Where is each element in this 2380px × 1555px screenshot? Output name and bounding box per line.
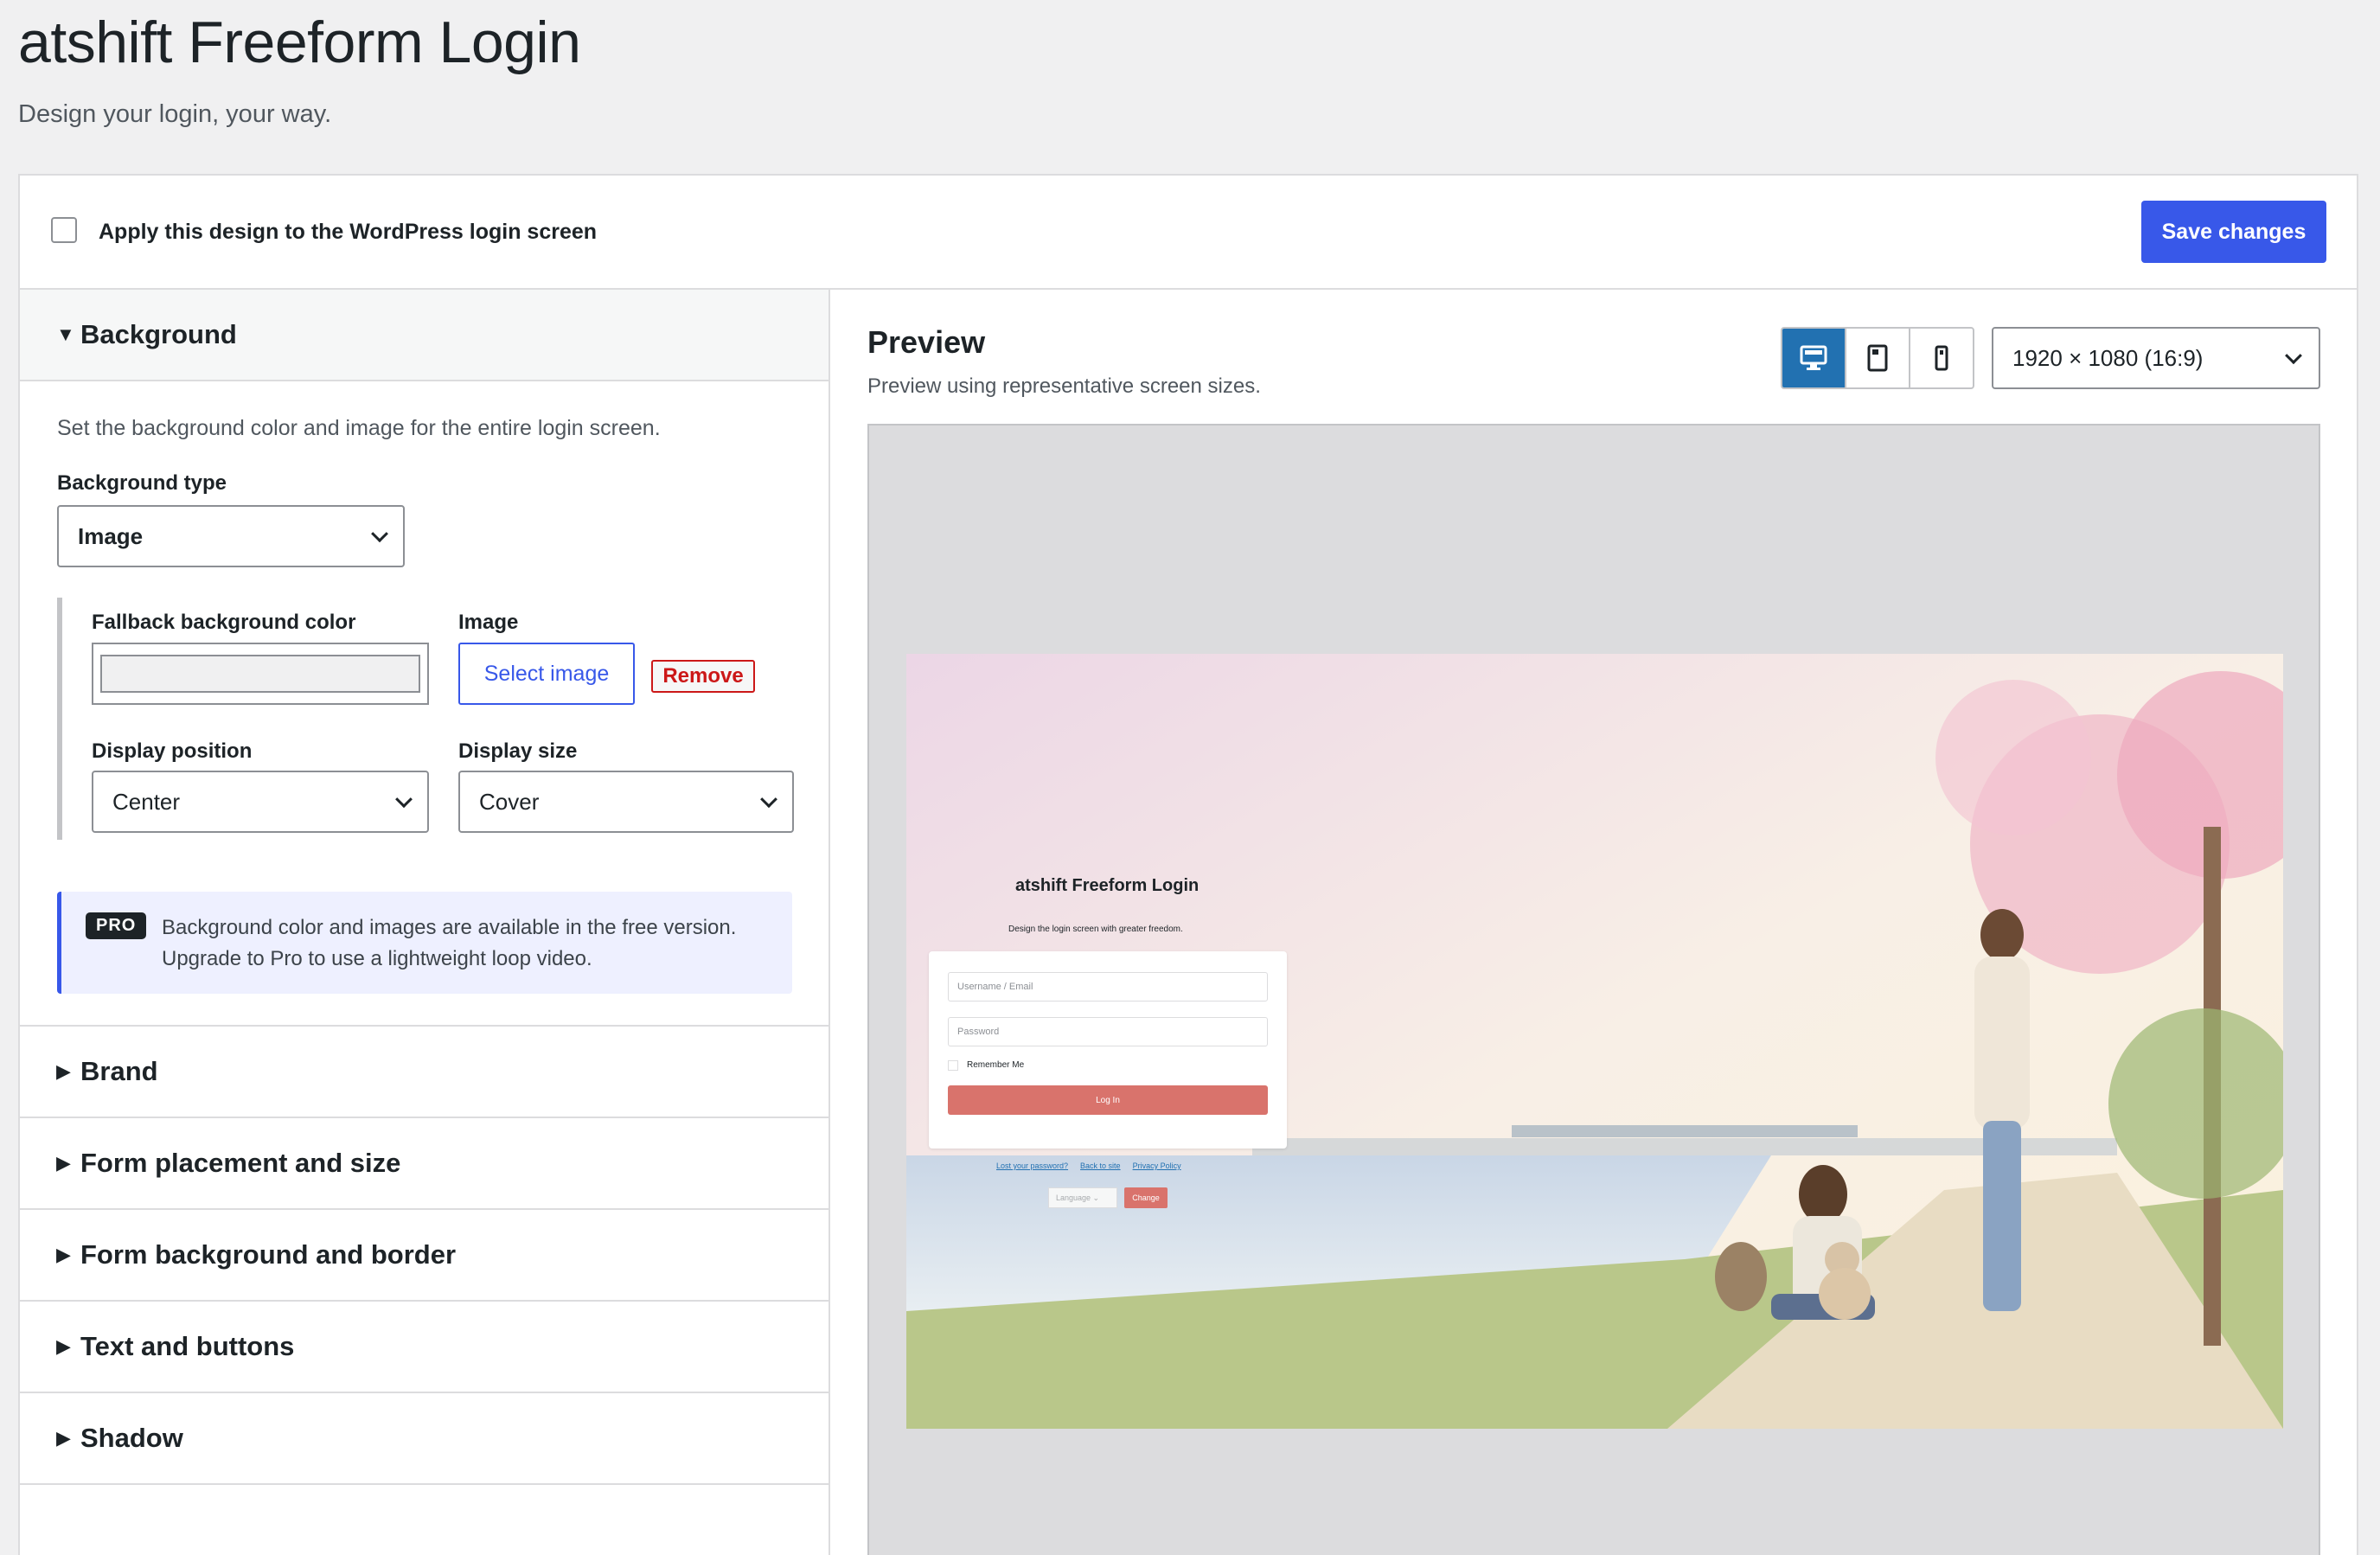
save-changes-button[interactable]: Save changes	[2141, 201, 2326, 263]
section-form-placement-header[interactable]: ▶ Form placement and size	[20, 1118, 829, 1210]
caret-right-icon: ▶	[56, 1427, 71, 1449]
device-desktop-button[interactable]	[1782, 329, 1846, 387]
select-image-button[interactable]: Select image	[458, 643, 635, 705]
pro-notice-line: Background color and images are availabl…	[162, 916, 737, 939]
device-tablet-button[interactable]	[1846, 329, 1910, 387]
settings-panel: Apply this design to the WordPress login…	[18, 174, 2358, 1555]
section-title: Form background and border	[80, 1239, 457, 1270]
remember-checkbox-preview	[948, 1060, 958, 1071]
display-position-label: Display position	[92, 739, 253, 763]
background-type-label: Background type	[57, 471, 227, 495]
chevron-down-icon	[2285, 347, 2302, 365]
language-change-button-preview: Change	[1124, 1187, 1168, 1208]
remember-label-preview: Remember Me	[967, 1060, 1025, 1070]
pro-notice: PRO Background color and images are avai…	[57, 892, 792, 994]
device-mobile-button[interactable]	[1910, 329, 1973, 387]
top-bar: Apply this design to the WordPress login…	[20, 176, 2357, 290]
preview-title: Preview	[867, 324, 986, 360]
color-swatch[interactable]	[100, 655, 420, 693]
section-title: Shadow	[80, 1423, 183, 1453]
pro-notice-line: Upgrade to Pro to use a lightweight loop…	[162, 947, 592, 970]
section-shadow-header[interactable]: ▶ Shadow	[20, 1393, 829, 1485]
screen-size-value: 1920 × 1080 (16:9)	[2012, 344, 2204, 371]
username-input-preview: Username / Email	[948, 972, 1268, 1001]
caret-right-icon: ▶	[56, 1060, 71, 1082]
section-title: Background	[80, 319, 237, 349]
caret-right-icon: ▶	[56, 1244, 71, 1265]
chevron-down-icon	[760, 790, 777, 809]
background-type-value: Image	[78, 522, 144, 549]
section-title: Text and buttons	[80, 1331, 295, 1361]
section-title: Brand	[80, 1056, 158, 1086]
lost-password-link-preview: Lost your password?	[996, 1161, 1069, 1170]
page-subtitle: Design your login, your way.	[18, 100, 332, 128]
display-size-value: Cover	[479, 788, 540, 815]
language-select-preview: Language ⌄	[1048, 1187, 1117, 1208]
section-background-header[interactable]: ▼ Background	[20, 290, 829, 381]
section-background-body: Set the background color and image for t…	[20, 381, 829, 1027]
caret-right-icon: ▶	[56, 1335, 71, 1357]
caret-down-icon: ▼	[56, 323, 75, 345]
mobile-icon	[1935, 345, 1948, 371]
section-form-background-header[interactable]: ▶ Form background and border	[20, 1210, 829, 1302]
pro-badge: PRO	[86, 912, 147, 939]
fallback-color-field[interactable]	[92, 643, 429, 705]
tablet-icon	[1867, 344, 1888, 372]
chevron-down-icon: ⌄	[1091, 1193, 1100, 1202]
fallback-color-label: Fallback background color	[92, 611, 356, 634]
back-to-site-link-preview: Back to site	[1080, 1161, 1121, 1170]
display-size-label: Display size	[458, 739, 578, 763]
image-label: Image	[458, 611, 519, 634]
apply-design-label[interactable]: Apply this design to the WordPress login…	[99, 220, 597, 245]
screen-size-select[interactable]: 1920 × 1080 (16:9)	[1992, 327, 2320, 389]
password-input-preview: Password	[948, 1017, 1268, 1046]
background-type-select[interactable]: Image	[57, 505, 405, 567]
chevron-down-icon	[371, 525, 388, 543]
apply-design-checkbox[interactable]	[51, 217, 77, 243]
caret-right-icon: ▶	[56, 1152, 71, 1174]
section-brand-header[interactable]: ▶ Brand	[20, 1027, 829, 1118]
login-button-preview: Log In	[948, 1085, 1268, 1115]
section-text-buttons-header[interactable]: ▶ Text and buttons	[20, 1302, 829, 1393]
preview-screen: atshift Freeform Login Design the login …	[906, 654, 2283, 1429]
remove-image-button[interactable]: Remove	[651, 660, 755, 693]
pro-notice-text: Background color and images are availabl…	[162, 912, 736, 975]
device-toggle-group	[1781, 327, 1974, 389]
login-preview-title: atshift Freeform Login	[1015, 876, 1200, 895]
login-preview-tagline: Design the login screen with greater fre…	[1008, 925, 1183, 934]
page-title: atshift Freeform Login	[18, 10, 581, 75]
login-preview-card: Username / Email Password Remember Me Lo…	[929, 951, 1287, 1149]
display-position-select[interactable]: Center	[92, 771, 429, 833]
desktop-icon	[1800, 345, 1827, 370]
privacy-policy-link-preview: Privacy Policy	[1132, 1161, 1181, 1170]
login-preview-links: Lost your password? Back to site Privacy…	[996, 1161, 1181, 1170]
display-size-select[interactable]: Cover	[458, 771, 794, 833]
chevron-down-icon	[395, 790, 413, 809]
language-label-preview: Language	[1056, 1193, 1091, 1202]
display-position-value: Center	[112, 788, 181, 815]
preview-canvas: atshift Freeform Login Design the login …	[867, 424, 2320, 1555]
section-title: Form placement and size	[80, 1148, 401, 1178]
settings-column: ▼ Background Set the background color an…	[20, 290, 830, 1555]
preview-subtitle: Preview using representative screen size…	[867, 374, 1261, 398]
background-description: Set the background color and image for t…	[57, 416, 661, 440]
